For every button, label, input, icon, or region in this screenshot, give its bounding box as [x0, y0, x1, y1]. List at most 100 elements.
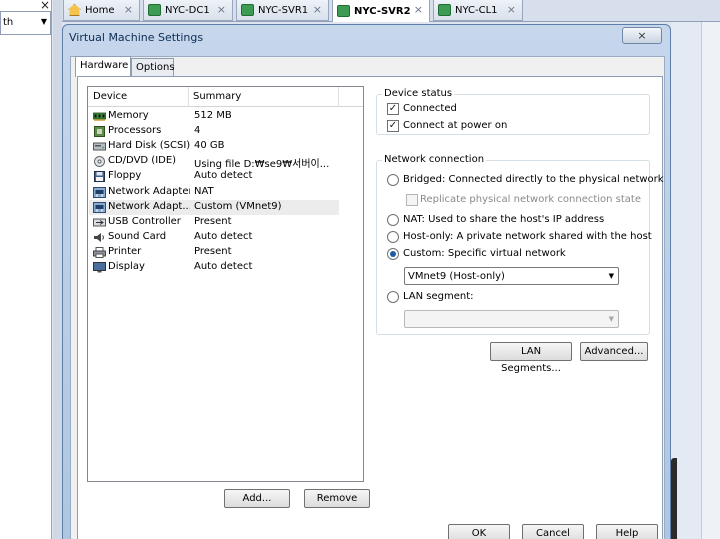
vm-tab-strip: Home × NYC-DC1 × NYC-SVR1 × NYC-SVR2 × N…: [62, 0, 720, 22]
tab-label: NYC-SVR2: [354, 5, 411, 17]
vm-icon: [148, 4, 161, 16]
device-summary: Present: [194, 216, 232, 227]
device-summary: 512 MB: [194, 110, 232, 121]
device-summary: Auto detect: [194, 231, 253, 242]
device-row-usb-controller[interactable]: USB Controller Present: [89, 215, 339, 230]
network-adapter-icon: [93, 187, 106, 198]
processor-icon: [94, 126, 105, 137]
device-row-sound-card[interactable]: Sound Card Auto detect: [89, 230, 339, 245]
tab-close-icon[interactable]: ×: [124, 3, 133, 16]
device-list[interactable]: Device Summary Memory 512 MB Processors …: [87, 86, 364, 482]
device-name: Printer: [108, 246, 142, 257]
device-name: USB Controller: [108, 216, 181, 227]
tab-hardware-label: Hardware: [80, 60, 129, 71]
tab-home[interactable]: Home ×: [63, 0, 140, 21]
vm-icon: [438, 4, 451, 16]
bridged-label: Bridged: Connected directly to the physi…: [403, 174, 664, 185]
lan-segment-label: LAN segment:: [403, 291, 474, 302]
close-icon: ×: [637, 29, 647, 42]
dialog-close-button[interactable]: ×: [622, 27, 662, 44]
tab-label: NYC-DC1: [165, 4, 210, 16]
nat-label: NAT: Used to share the host's IP address: [403, 214, 605, 225]
device-row-floppy[interactable]: Floppy Auto detect: [89, 169, 339, 184]
printer-icon: [93, 247, 106, 258]
host-only-radio[interactable]: [387, 231, 399, 243]
tab-close-icon[interactable]: ×: [313, 3, 322, 16]
column-device[interactable]: Device: [93, 91, 127, 102]
device-name: CD/DVD (IDE): [108, 155, 177, 166]
left-combo-box[interactable]: th ▼: [0, 11, 51, 35]
device-row-hard-disk[interactable]: Hard Disk (SCSI) 40 GB: [89, 139, 339, 154]
device-row-printer[interactable]: Printer Present: [89, 245, 339, 260]
ok-button[interactable]: OK: [448, 524, 510, 539]
connect-at-power-on-checkbox[interactable]: [387, 120, 399, 132]
network-connection-group: Network connection Bridged: Connected di…: [376, 154, 664, 335]
vm-icon: [241, 4, 254, 16]
device-row-network-adapter-2[interactable]: Network Adapt... Custom (VMnet9): [89, 200, 339, 215]
chevron-down-icon[interactable]: ▼: [41, 17, 47, 26]
hard-disk-icon: [93, 142, 106, 151]
sound-icon: [94, 233, 104, 242]
lan-segment-select[interactable]: ▼: [404, 310, 619, 328]
scrollbar[interactable]: [701, 22, 720, 539]
column-summary[interactable]: Summary: [193, 91, 241, 102]
tab-label: Home: [85, 4, 115, 16]
tab-hardware[interactable]: Hardware: [75, 56, 131, 77]
lan-segment-radio[interactable]: [387, 291, 399, 303]
device-row-processors[interactable]: Processors 4: [89, 124, 339, 139]
display-icon: [93, 262, 106, 273]
advanced-button[interactable]: Advanced...: [580, 342, 648, 361]
dialog-body: Hardware Options Device Summary Memory 5…: [70, 56, 665, 539]
tab-close-icon[interactable]: ×: [217, 3, 226, 16]
connected-label: Connected: [403, 103, 457, 114]
network-connection-label: Network connection: [382, 154, 487, 165]
tab-nyc-cl1[interactable]: NYC-CL1 ×: [433, 0, 523, 21]
cancel-button[interactable]: Cancel: [522, 524, 584, 539]
device-row-memory[interactable]: Memory 512 MB: [89, 109, 339, 124]
device-row-display[interactable]: Display Auto detect: [89, 260, 339, 275]
tab-nyc-dc1[interactable]: NYC-DC1 ×: [143, 0, 233, 21]
device-row-cd-dvd[interactable]: CD/DVD (IDE) Using file D:₩se9₩서버이...: [89, 154, 339, 170]
vm-settings-dialog: Virtual Machine Settings × Hardware Opti…: [62, 24, 671, 539]
dialog-title: Virtual Machine Settings: [69, 31, 204, 44]
usb-icon: [93, 218, 106, 227]
device-summary: Auto detect: [194, 170, 253, 181]
replicate-label: Replicate physical network connection st…: [420, 194, 642, 205]
device-row-network-adapter[interactable]: Network Adapter NAT: [89, 185, 339, 200]
device-summary: Using file D:₩se9₩서버이...: [194, 159, 330, 170]
device-list-header: Device Summary: [88, 87, 363, 107]
custom-network-select[interactable]: VMnet9 (Host-only) ▼: [404, 267, 619, 285]
help-button[interactable]: Help: [596, 524, 658, 539]
device-name: Display: [108, 261, 145, 272]
scroll-handle[interactable]: [671, 458, 677, 539]
lan-segments-button[interactable]: LAN Segments...: [490, 342, 572, 374]
device-summary: Auto detect: [194, 261, 253, 272]
device-name: Network Adapter: [108, 186, 190, 197]
memory-icon: [93, 112, 106, 121]
device-summary: Present: [194, 246, 232, 257]
tab-nyc-svr1[interactable]: NYC-SVR1 ×: [236, 0, 329, 21]
tab-nyc-svr2[interactable]: NYC-SVR2 ×: [332, 0, 430, 22]
splitter[interactable]: [53, 0, 62, 539]
right-edge-area: [671, 22, 720, 539]
device-name: Memory: [108, 110, 149, 121]
vm-icon: [337, 5, 350, 17]
connected-checkbox[interactable]: [387, 103, 399, 115]
tab-close-icon[interactable]: ×: [414, 3, 423, 16]
add-button[interactable]: Add...: [224, 489, 290, 508]
home-icon: [68, 4, 81, 16]
tab-options[interactable]: Options: [131, 58, 175, 77]
device-status-group: Device status Connected Connect at power…: [376, 88, 650, 135]
device-summary: 4: [194, 125, 201, 136]
nat-radio[interactable]: [387, 214, 399, 226]
custom-radio[interactable]: [387, 248, 399, 260]
chevron-down-icon: ▼: [608, 272, 614, 280]
remove-button[interactable]: Remove: [304, 489, 370, 508]
tab-close-icon[interactable]: ×: [507, 3, 516, 16]
device-name: Processors: [108, 125, 162, 136]
replicate-checkbox[interactable]: [406, 194, 418, 206]
bridged-radio[interactable]: [387, 174, 399, 186]
hardware-panel: Device Summary Memory 512 MB Processors …: [77, 76, 664, 539]
tab-options-label: Options: [136, 62, 175, 73]
device-status-label: Device status: [382, 88, 455, 99]
